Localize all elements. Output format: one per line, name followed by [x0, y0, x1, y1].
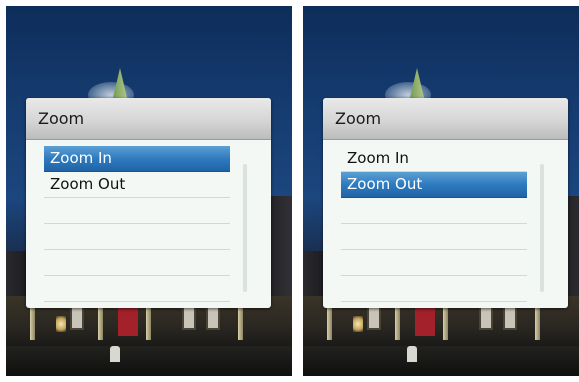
zoom-dialog: Zoom Zoom In Zoom Out: [26, 98, 271, 308]
list-scrollbar[interactable]: [243, 164, 247, 292]
background-figure: [110, 346, 120, 362]
phone-screen-right: Zoom Zoom In Zoom Out: [303, 6, 579, 376]
building-door: [118, 306, 138, 336]
menu-item-empty: [44, 250, 230, 276]
building-window: [206, 306, 220, 330]
building-lamp: [353, 316, 363, 332]
list-scrollbar[interactable]: [540, 164, 544, 292]
building-window: [367, 306, 381, 330]
menu-item-label: Zoom Out: [347, 175, 423, 193]
menu-item-label: Zoom In: [347, 149, 409, 167]
dialog-header: Zoom: [323, 98, 568, 140]
background-ground: [6, 346, 292, 376]
menu-item-empty: [44, 198, 230, 224]
menu-item-empty: [341, 198, 527, 224]
building-window: [503, 306, 517, 330]
zoom-options-list: Zoom In Zoom Out: [44, 146, 230, 302]
menu-item-empty: [341, 250, 527, 276]
background-ground: [303, 346, 579, 376]
dialog-title: Zoom: [38, 109, 85, 128]
building-lamp: [56, 316, 66, 332]
menu-item-zoom-in[interactable]: Zoom In: [341, 146, 527, 172]
zoom-options-list: Zoom In Zoom Out: [341, 146, 527, 302]
building-window: [479, 306, 493, 330]
menu-item-empty: [341, 276, 527, 302]
dialog-header: Zoom: [26, 98, 271, 140]
menu-item-empty: [44, 276, 230, 302]
menu-item-empty: [44, 224, 230, 250]
menu-item-zoom-out[interactable]: Zoom Out: [341, 172, 527, 198]
menu-item-zoom-in[interactable]: Zoom In: [44, 146, 230, 172]
menu-item-zoom-out[interactable]: Zoom Out: [44, 172, 230, 198]
menu-item-label: Zoom In: [50, 149, 112, 167]
dialog-title: Zoom: [335, 109, 382, 128]
building-window: [70, 306, 84, 330]
menu-item-label: Zoom Out: [50, 175, 126, 193]
background-figure: [407, 346, 417, 362]
building-door: [415, 306, 435, 336]
menu-item-empty: [341, 224, 527, 250]
zoom-dialog: Zoom Zoom In Zoom Out: [323, 98, 568, 308]
phone-screen-left: Zoom Zoom In Zoom Out: [6, 6, 292, 376]
building-window: [182, 306, 196, 330]
